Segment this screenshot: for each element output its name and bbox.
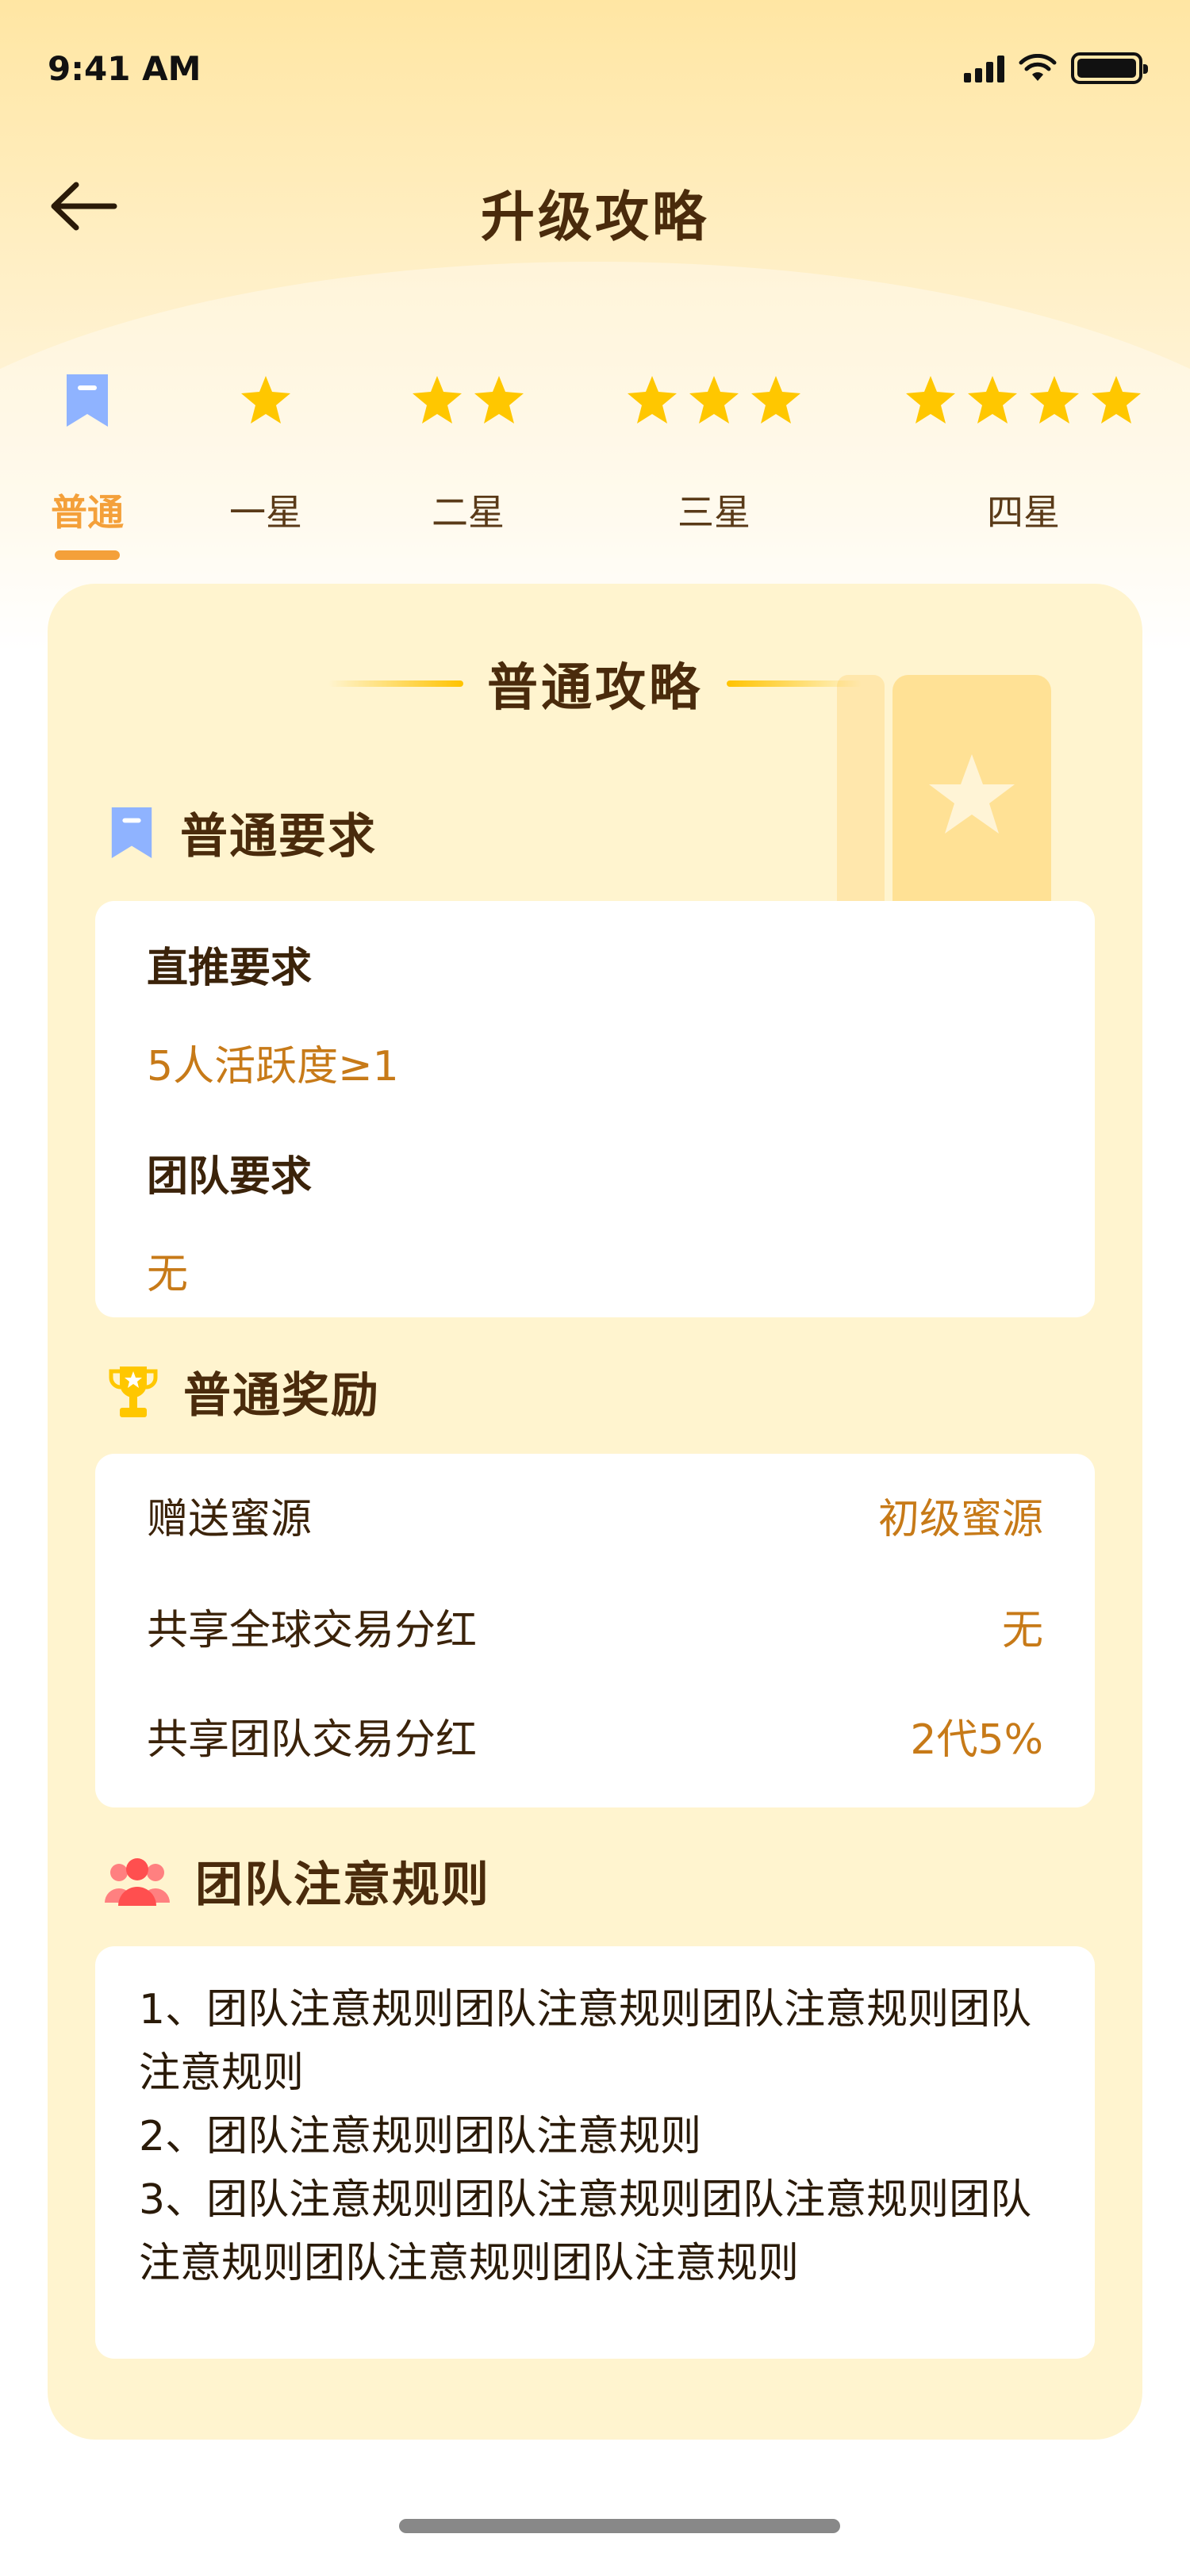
tab-stars xyxy=(896,365,1150,436)
bookmark-icon xyxy=(67,374,108,427)
status-bar: 9:41 AM xyxy=(0,0,1190,143)
star-icon xyxy=(1092,376,1141,424)
reward-value: 初级蜜源 xyxy=(877,1496,1043,1543)
reward-name: 赠送蜜源 xyxy=(147,1496,313,1543)
tab-label: 普通 xyxy=(51,491,124,534)
star-icon xyxy=(241,376,290,424)
status-time: 9:41 AM xyxy=(48,49,202,88)
direct-requirement-label: 直推要求 xyxy=(147,945,313,992)
rule-item: 1、团队注意规则团队注意规则团队注意规则团队注意规则 xyxy=(139,1986,1032,2097)
direct-requirement-value: 5人活跃度≥1 xyxy=(147,1043,399,1091)
trophy-icon xyxy=(109,1366,158,1417)
tab-stars xyxy=(218,365,313,436)
rule-item: 2、团队注意规则团队注意规则 xyxy=(139,2113,702,2160)
home-indicator[interactable] xyxy=(399,2519,840,2533)
tab-label: 三星 xyxy=(678,491,750,534)
nav-bar: 升级攻略 xyxy=(0,159,1190,254)
rules-panel: 1、团队注意规则团队注意规则团队注意规则团队注意规则 2、团队注意规则团队注意规… xyxy=(95,1946,1095,2359)
reward-row: 共享全球交易分红 无 xyxy=(147,1597,1043,1656)
star-icon xyxy=(628,376,677,424)
reward-value: 2代5% xyxy=(910,1716,1043,1764)
reward-name: 共享全球交易分红 xyxy=(147,1607,478,1654)
wifi-icon xyxy=(1019,54,1057,81)
tab-four-star[interactable]: 四星 xyxy=(896,365,1150,555)
tab-label: 四星 xyxy=(987,491,1060,534)
title-decoration-left xyxy=(328,680,463,687)
title-decoration-right xyxy=(727,680,862,687)
status-icons xyxy=(964,52,1148,84)
tab-three-star[interactable]: 三星 xyxy=(619,365,809,555)
tab-label: 一星 xyxy=(229,491,302,534)
rewards-panel: 赠送蜜源 初级蜜源 共享全球交易分红 无 共享团队交易分红 2代5% xyxy=(95,1454,1095,1807)
page-title: 升级攻略 xyxy=(480,186,709,249)
tab-two-star[interactable]: 二星 xyxy=(397,365,539,555)
tab-one-star[interactable]: 一星 xyxy=(218,365,313,555)
star-icon xyxy=(906,376,955,424)
star-icon xyxy=(968,376,1017,424)
bookmark-icon xyxy=(111,807,152,858)
rules-text: 1、团队注意规则团队注意规则团队注意规则团队注意规则 2、团队注意规则团队注意规… xyxy=(139,1978,1067,2295)
card-title-row: 普通攻略 xyxy=(48,647,1142,720)
star-icon xyxy=(474,376,524,424)
star-icon xyxy=(413,376,462,424)
requirements-panel: 直推要求 5人活跃度≥1 团队要求 无 xyxy=(95,901,1095,1317)
tab-stars xyxy=(397,365,539,436)
rules-heading: 团队注意规则 xyxy=(195,1857,490,1913)
tab-normal[interactable]: 普通 xyxy=(40,365,135,560)
star-icon xyxy=(751,376,800,424)
requirements-header: 普通要求 xyxy=(107,798,377,867)
tab-active-indicator xyxy=(55,550,120,560)
requirements-heading: 普通要求 xyxy=(180,809,377,864)
star-icon xyxy=(689,376,739,424)
star-icon xyxy=(1030,376,1079,424)
rules-header: 团队注意规则 xyxy=(103,1846,490,1915)
tab-stars xyxy=(619,365,809,436)
team-requirement-value: 无 xyxy=(147,1251,189,1298)
reward-value: 无 xyxy=(1001,1607,1043,1654)
rewards-heading: 普通奖励 xyxy=(183,1368,380,1424)
strategy-card: 普通攻略 普通要求 直推要求 5人活跃度≥1 团队要求 无 普通奖励 赠送蜜源 … xyxy=(48,584,1142,2440)
level-tabs: 普通 一星 二星 三星 四星 xyxy=(0,365,1190,560)
tab-label: 二星 xyxy=(432,491,505,534)
reward-row: 赠送蜜源 初级蜜源 xyxy=(147,1485,1043,1545)
group-icon xyxy=(105,1857,170,1906)
battery-icon xyxy=(1071,52,1148,84)
signal-icon xyxy=(964,54,1004,82)
rule-item: 3、团队注意规则团队注意规则团队注意规则团队注意规则团队注意规则团队注意规则 xyxy=(139,2176,1032,2287)
rewards-header: 普通奖励 xyxy=(107,1357,380,1426)
reward-name: 共享团队交易分红 xyxy=(147,1716,478,1764)
reward-row: 共享团队交易分红 2代5% xyxy=(147,1706,1043,1765)
card-title: 普通攻略 xyxy=(487,659,703,718)
team-requirement-label: 团队要求 xyxy=(147,1153,313,1201)
